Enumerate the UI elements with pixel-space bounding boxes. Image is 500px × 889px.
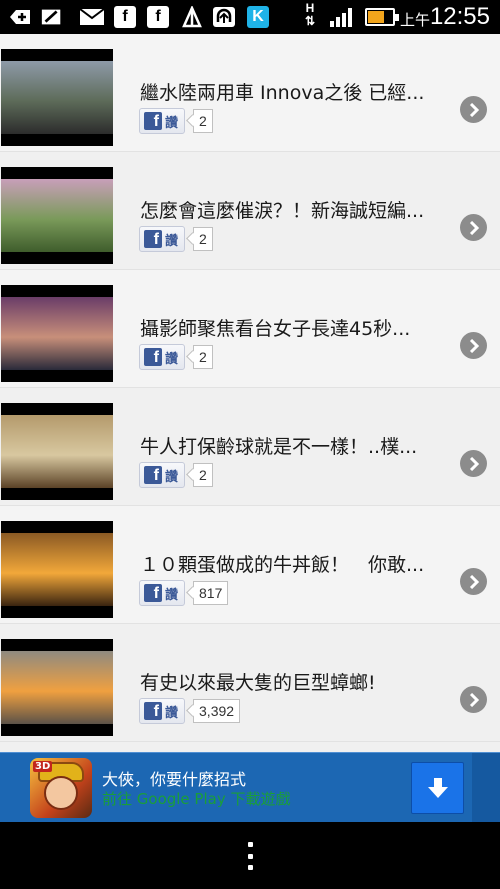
facebook-logo-icon: f — [144, 112, 162, 130]
thumbnail-image — [1, 415, 113, 488]
status-ampm: 上午 — [399, 11, 430, 29]
upload-icon — [212, 6, 236, 28]
mail-icon — [78, 6, 106, 28]
status-time: 12:55 — [429, 3, 490, 30]
chevron-right-icon[interactable] — [460, 686, 487, 713]
like-label: 讚 — [165, 351, 179, 367]
list-item[interactable]: 攝影師聚焦看台女子長達45秒... f 讚 2 — [0, 270, 500, 388]
download-button[interactable] — [411, 762, 464, 814]
article-list[interactable]: 繼水陸兩用車 Innova之後 已經... f 讚 2 怎麼會這麼催淚？！新海誠短編..… — [0, 34, 500, 752]
signal-icon — [330, 7, 356, 27]
video-thumbnail[interactable] — [1, 403, 113, 500]
chevron-right-icon[interactable] — [460, 96, 487, 123]
article-title[interactable]: 有史以來最大隻的巨型蟑螂! — [140, 668, 445, 695]
like-count: 3,392 — [193, 699, 241, 723]
overflow-menu-icon[interactable] — [246, 842, 254, 870]
ad-side-strip — [472, 753, 500, 823]
list-item[interactable]: 牛人打保齡球就是不一樣！..樸... f 讚 2 — [0, 388, 500, 506]
like-count: 2 — [193, 345, 213, 369]
facebook-logo-icon: f — [144, 348, 162, 366]
like-label: 讚 — [165, 233, 179, 249]
facebook-like-widget: f 讚 817 — [139, 580, 229, 606]
list-item[interactable]: 有史以來最大隻的巨型蟑螂! f 讚 3,392 — [0, 624, 500, 742]
thumbnail-image — [1, 533, 113, 606]
chevron-right-icon[interactable] — [460, 450, 487, 477]
article-title[interactable]: １０顆蛋做成的牛丼飯！ 你敢... — [140, 550, 445, 577]
ad-banner[interactable]: 3D 大俠，你要什麼招式 前往 Google Play 下載遊戲 — [0, 752, 500, 823]
facebook-like-widget: f讚2 — [139, 108, 213, 134]
video-thumbnail[interactable] — [1, 521, 113, 618]
facebook-like-button[interactable]: f讚 — [139, 580, 186, 606]
article-title[interactable]: 攝影師聚焦看台女子長達45秒... — [140, 314, 445, 341]
video-thumbnail[interactable] — [1, 639, 113, 736]
like-label: 讚 — [165, 469, 179, 485]
character-face — [44, 776, 78, 810]
battery-icon — [365, 8, 399, 26]
facebook-like-button[interactable]: f讚 — [139, 108, 186, 134]
k-app-icon: K — [246, 6, 270, 28]
status-bar: f f K H ⇅ 上午 12:55 — [0, 0, 500, 34]
video-thumbnail[interactable] — [1, 285, 113, 382]
facebook-icon: f — [113, 6, 137, 28]
article-title[interactable]: 怎麼會這麼催淚？！新海誠短編... — [140, 196, 445, 223]
game-app-icon[interactable]: 3D — [30, 758, 92, 818]
thumbnail-image — [1, 651, 113, 724]
list-item[interactable]: １０顆蛋做成的牛丼飯！ 你敢... f 讚 817 — [0, 506, 500, 624]
facebook-like-widget: f讚2 — [139, 344, 213, 370]
antenna-icon — [180, 6, 204, 28]
navigation-bar — [0, 822, 500, 889]
ad-subtitle[interactable]: 前往 Google Play 下載遊戲 — [102, 788, 290, 809]
like-count: 817 — [193, 581, 229, 605]
thumbnail-image — [1, 61, 113, 134]
list-item[interactable]: 怎麼會這麼催淚？！新海誠短編... f 讚 2 — [0, 152, 500, 270]
facebook-logo-icon: f — [144, 584, 162, 602]
facebook-icon: f — [146, 6, 170, 28]
facebook-like-button[interactable]: f讚 — [139, 344, 186, 370]
thumbnail-image — [1, 297, 113, 370]
like-label: 讚 — [165, 115, 179, 131]
edit-box-icon — [40, 6, 64, 28]
video-thumbnail[interactable] — [1, 167, 113, 264]
like-label: 讚 — [165, 587, 179, 603]
facebook-like-button[interactable]: f讚 — [139, 226, 186, 252]
article-title[interactable]: 繼水陸兩用車 Innova之後 已經... — [140, 78, 445, 105]
thumbnail-image — [1, 179, 113, 252]
facebook-logo-icon: f — [144, 466, 162, 484]
facebook-like-widget: f讚2 — [139, 462, 213, 488]
chevron-right-icon[interactable] — [460, 214, 487, 241]
facebook-like-button[interactable]: f讚 — [139, 462, 186, 488]
facebook-logo-icon: f — [144, 230, 162, 248]
facebook-like-widget: f 讚 3,392 — [139, 698, 241, 724]
like-count: 2 — [193, 109, 213, 133]
chevron-right-icon[interactable] — [460, 332, 487, 359]
chevron-right-icon[interactable] — [460, 568, 487, 595]
facebook-like-button[interactable]: f讚 — [139, 698, 186, 724]
article-title[interactable]: 牛人打保齡球就是不一樣！..樸... — [140, 432, 445, 459]
like-count: 2 — [193, 227, 213, 251]
facebook-logo-icon: f — [144, 702, 162, 720]
ad-title[interactable]: 大俠，你要什麼招式 — [102, 766, 246, 790]
like-label: 讚 — [165, 705, 179, 721]
download-arrow-icon — [427, 778, 448, 798]
network-type-indicator: H ⇅ — [304, 1, 316, 28]
add-box-icon — [8, 6, 32, 28]
facebook-like-widget: f讚2 — [139, 226, 213, 252]
like-count: 2 — [193, 463, 213, 487]
list-item[interactable]: 繼水陸兩用車 Innova之後 已經... f 讚 2 — [0, 34, 500, 152]
video-thumbnail[interactable] — [1, 49, 113, 146]
ad-3d-badge: 3D — [33, 761, 53, 772]
